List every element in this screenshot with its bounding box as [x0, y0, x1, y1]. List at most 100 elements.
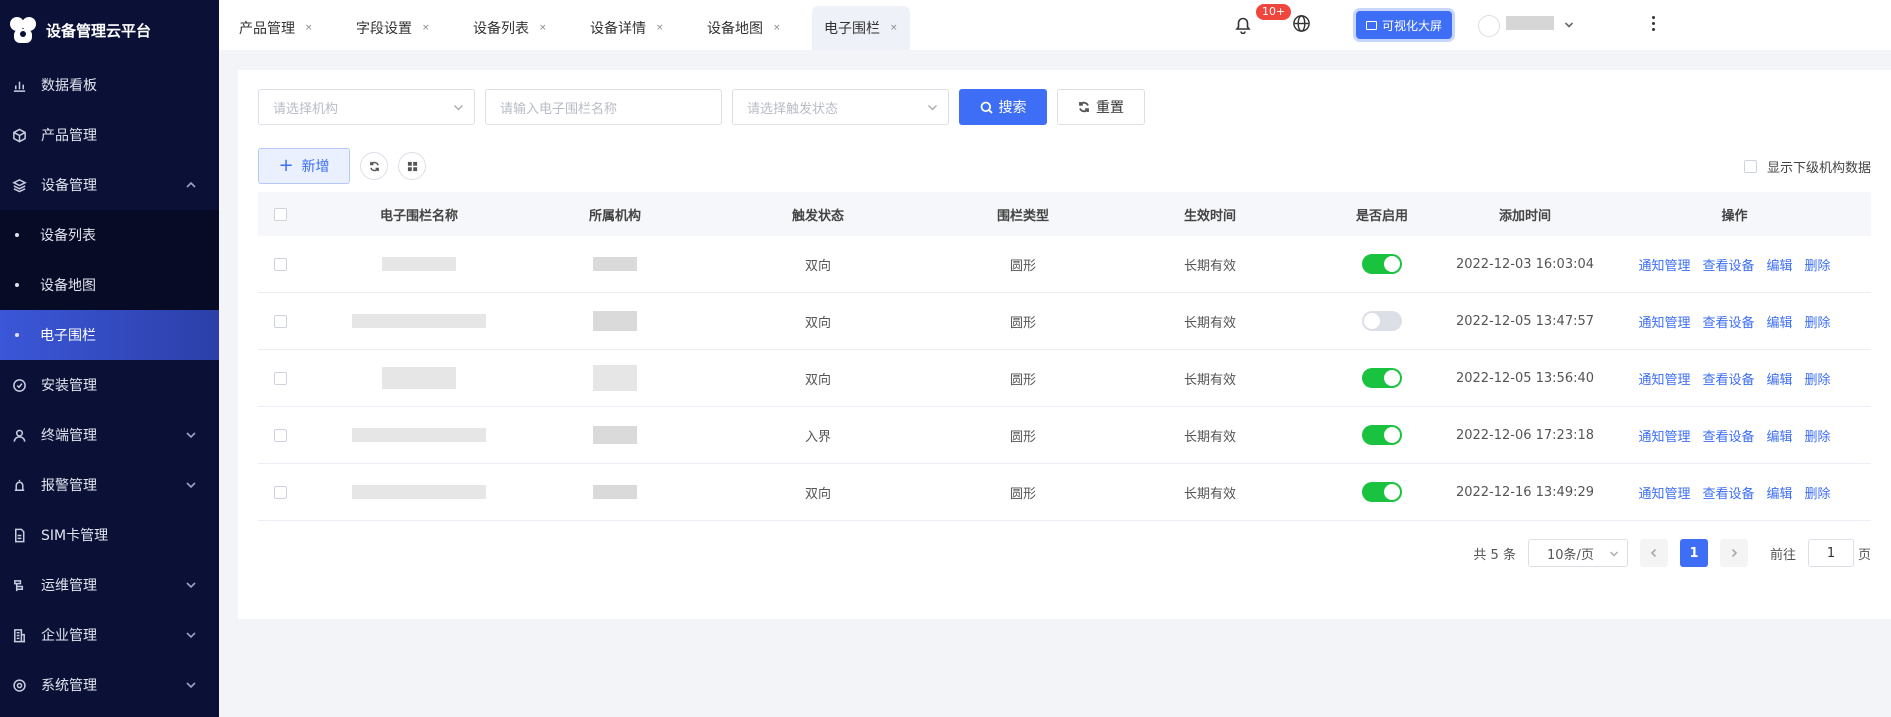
- sidebar-item-products[interactable]: 产品管理: [0, 110, 219, 160]
- sub-org-checkbox[interactable]: [1743, 160, 1757, 173]
- edit-link[interactable]: 编辑: [1767, 255, 1793, 274]
- chevron-down-icon[interactable]: [1564, 18, 1574, 34]
- effective-time-cell: 长期有效: [1183, 372, 1236, 388]
- tab-product-management[interactable]: 产品管理 ×: [227, 6, 344, 50]
- sidebar-subitem-geofence[interactable]: 电子围栏: [0, 310, 219, 360]
- redacted-name: [382, 367, 456, 389]
- geofence-name-input[interactable]: 请输入电子围栏名称: [485, 89, 722, 125]
- table-header: 电子围栏名称 所属机构 触发状态 围栏类型 生效时间 是否启用 添加时间 操作: [258, 192, 1871, 236]
- notify-manage-link[interactable]: 通知管理: [1638, 483, 1690, 502]
- view-devices-link[interactable]: 查看设备: [1702, 369, 1754, 388]
- enabled-switch[interactable]: [1362, 368, 1402, 388]
- sidebar-item-terminals[interactable]: 终端管理: [0, 410, 219, 460]
- delete-link[interactable]: 删除: [1805, 255, 1831, 274]
- bullet-icon: [15, 233, 19, 237]
- enabled-switch[interactable]: [1362, 425, 1402, 445]
- chevron-right-icon: [1731, 548, 1738, 558]
- app-logo[interactable]: 设备管理云平台: [0, 0, 219, 60]
- tab-device-list[interactable]: 设备列表 ×: [461, 6, 578, 50]
- view-devices-link[interactable]: 查看设备: [1702, 483, 1754, 502]
- sim-card-icon: [11, 527, 27, 543]
- tab-label: 设备详情: [590, 21, 646, 37]
- delete-link[interactable]: 删除: [1805, 483, 1831, 502]
- tab-bar: 产品管理 × 字段设置 × 设备列表 × 设备详情 × 设备地图 × 电子围栏 …: [219, 0, 910, 50]
- row-checkbox[interactable]: [274, 428, 287, 442]
- add-geofence-button[interactable]: + 新增: [258, 148, 350, 184]
- search-button[interactable]: 搜索: [959, 89, 1047, 125]
- avatar[interactable]: [1478, 15, 1500, 37]
- close-icon[interactable]: ×: [656, 23, 664, 33]
- goto-page-input[interactable]: 1: [1807, 539, 1854, 567]
- row-checkbox[interactable]: [274, 314, 287, 328]
- edit-link[interactable]: 编辑: [1767, 426, 1793, 445]
- notify-manage-link[interactable]: 通知管理: [1638, 255, 1690, 274]
- column-header-added: 添加时间: [1498, 208, 1551, 224]
- added-time-cell: 2022-12-03 16:03:04: [1455, 256, 1595, 272]
- tab-device-detail[interactable]: 设备详情 ×: [578, 6, 695, 50]
- row-checkbox[interactable]: [274, 485, 287, 499]
- column-header-effective: 生效时间: [1183, 208, 1236, 224]
- more-vertical-icon[interactable]: [1652, 16, 1656, 34]
- sidebar-item-devices[interactable]: 设备管理: [0, 160, 219, 210]
- edit-link[interactable]: 编辑: [1767, 483, 1793, 502]
- view-devices-link[interactable]: 查看设备: [1702, 255, 1754, 274]
- notify-manage-link[interactable]: 通知管理: [1638, 369, 1690, 388]
- bigscreen-button[interactable]: 可视化大屏: [1356, 11, 1452, 39]
- org-select[interactable]: 请选择机构: [258, 89, 475, 125]
- close-icon[interactable]: ×: [890, 23, 898, 33]
- sidebar-item-sim[interactable]: SIM卡管理: [0, 510, 219, 560]
- monitor-icon: [1365, 20, 1377, 30]
- prev-page-button[interactable]: [1639, 539, 1668, 567]
- refresh-table-button[interactable]: [360, 152, 388, 180]
- edit-link[interactable]: 编辑: [1767, 369, 1793, 388]
- sidebar-item-installation[interactable]: 安装管理: [0, 360, 219, 410]
- page-number-current[interactable]: 1: [1679, 539, 1708, 567]
- delete-link[interactable]: 删除: [1805, 369, 1831, 388]
- added-time-cell: 2022-12-16 13:49:29: [1455, 484, 1595, 500]
- notify-manage-link[interactable]: 通知管理: [1638, 312, 1690, 331]
- enabled-switch[interactable]: [1362, 254, 1402, 274]
- tab-label: 设备地图: [707, 21, 763, 37]
- sidebar-item-alarms[interactable]: 报警管理: [0, 460, 219, 510]
- globe-icon[interactable]: [1292, 14, 1312, 34]
- tab-field-settings[interactable]: 字段设置 ×: [344, 6, 461, 50]
- page-size-select[interactable]: 10条/页: [1527, 539, 1628, 567]
- show-sub-org-toggle[interactable]: 显示下级机构数据: [1743, 157, 1871, 176]
- sidebar-item-enterprise[interactable]: 企业管理: [0, 610, 219, 660]
- sidebar-menu: 数据看板 产品管理 设备管理 设备列表 设备地图 电子围栏 安装管理 终端管理 …: [0, 60, 219, 710]
- tab-device-map[interactable]: 设备地图 ×: [695, 6, 812, 50]
- row-checkbox[interactable]: [274, 257, 287, 271]
- sidebar-item-system[interactable]: 系统管理: [0, 660, 219, 710]
- select-all-checkbox[interactable]: [274, 207, 287, 221]
- sidebar-item-ops[interactable]: 运维管理: [0, 560, 219, 610]
- delete-link[interactable]: 删除: [1805, 312, 1831, 331]
- added-time-cell: 2022-12-05 13:56:40: [1455, 370, 1595, 386]
- enabled-switch[interactable]: [1362, 311, 1402, 331]
- view-devices-link[interactable]: 查看设备: [1702, 426, 1754, 445]
- bell-icon[interactable]: [1233, 14, 1255, 36]
- close-icon[interactable]: ×: [305, 23, 313, 33]
- row-checkbox[interactable]: [274, 371, 287, 385]
- sidebar-subitem-label: 设备列表: [40, 228, 96, 244]
- sidebar-item-label: 数据看板: [41, 78, 97, 94]
- sidebar-item-dashboard[interactable]: 数据看板: [0, 60, 219, 110]
- redacted-org: [593, 485, 637, 499]
- notify-manage-link[interactable]: 通知管理: [1638, 426, 1690, 445]
- close-icon[interactable]: ×: [773, 23, 781, 33]
- close-icon[interactable]: ×: [539, 23, 547, 33]
- refresh-icon: [369, 161, 379, 171]
- close-icon[interactable]: ×: [422, 23, 430, 33]
- column-settings-button[interactable]: [398, 152, 426, 180]
- reset-button[interactable]: 重置: [1057, 89, 1145, 125]
- delete-link[interactable]: 删除: [1805, 426, 1831, 445]
- sidebar-subitem-device-map[interactable]: 设备地图: [0, 260, 219, 310]
- tab-geofence[interactable]: 电子围栏 ×: [812, 6, 910, 50]
- user-name-redacted[interactable]: [1506, 16, 1554, 30]
- enabled-switch[interactable]: [1362, 482, 1402, 502]
- next-page-button[interactable]: [1719, 539, 1748, 567]
- view-devices-link[interactable]: 查看设备: [1702, 312, 1754, 331]
- sidebar-subitem-device-list[interactable]: 设备列表: [0, 210, 219, 260]
- trigger-status-select[interactable]: 请选择触发状态: [732, 89, 949, 125]
- chevron-down-icon: [185, 679, 197, 691]
- edit-link[interactable]: 编辑: [1767, 312, 1793, 331]
